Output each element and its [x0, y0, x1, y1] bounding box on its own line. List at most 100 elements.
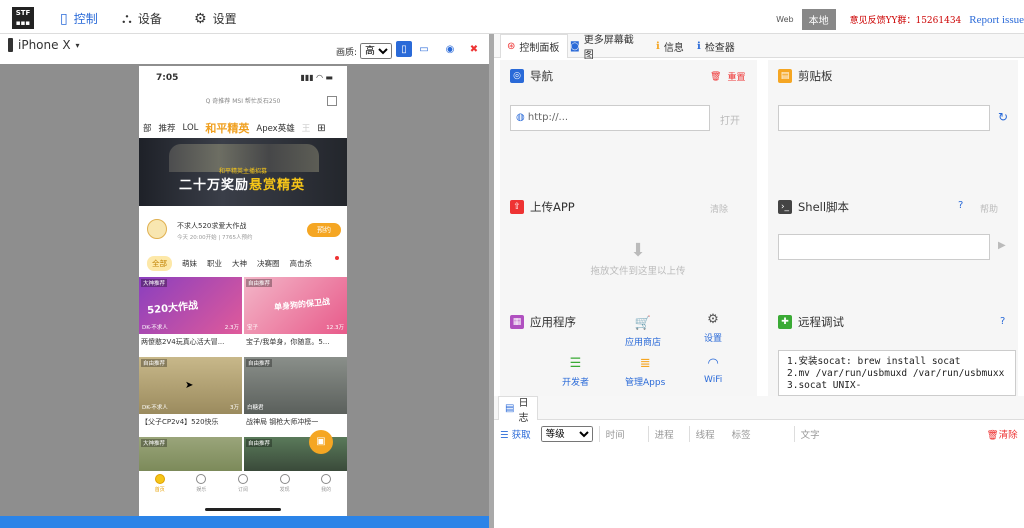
navigation-header: ◎ 导航 — [510, 68, 553, 84]
clear-log-button[interactable]: 🗑清除 — [987, 427, 1018, 441]
help-link[interactable]: 帮助 — [980, 202, 998, 215]
card-overlay-text: 单身狗的保卫战 — [273, 297, 331, 312]
reset-button[interactable]: 🗑 重置 — [710, 70, 745, 84]
tab-screenshots[interactable]: ◙ 更多屏幕截图 — [564, 34, 648, 61]
refresh-icon[interactable]: ↻ — [998, 110, 1008, 124]
url-placeholder: http://... — [527, 112, 569, 123]
wifi-button[interactable]: ◠ WiFi — [704, 356, 722, 385]
close-icon: ✖ — [469, 43, 479, 55]
bottom-nav-home[interactable]: 首页 — [154, 474, 165, 498]
col-tag[interactable]: 标签 — [732, 427, 788, 441]
col-process[interactable]: 进程 — [655, 427, 683, 441]
mouse-cursor-icon: ➤ — [185, 380, 194, 391]
stf-logo[interactable]: STF ▪▪▪ — [12, 7, 34, 29]
nav-devices[interactable]: ⛬ 设备 — [122, 10, 162, 27]
trash-icon: 🗑 — [986, 430, 999, 441]
phone-tab[interactable]: Apex英雄 — [256, 122, 294, 134]
upload-dropzone[interactable]: ⬇ 拖放文件到这里以上传 — [578, 240, 698, 277]
landscape-button[interactable]: ▭ — [416, 41, 432, 57]
report-issue-link[interactable]: Report issue — [969, 14, 1024, 26]
clipboard-header: ▤ 剪贴板 — [778, 68, 833, 84]
bug-icon: ✚ — [778, 315, 792, 329]
clear-upload-button[interactable]: 清除 — [710, 202, 728, 215]
tab-label: 信息 — [663, 42, 684, 54]
phone-tab[interactable]: 王 — [302, 122, 311, 134]
url-input[interactable]: ◍ http://... — [510, 105, 710, 131]
col-text[interactable]: 文字 — [801, 427, 987, 441]
banner-title-a: 二十万奖励 — [179, 178, 250, 193]
stream-card[interactable]: 自由推荐 单身狗的保卫战 宝子 12.3万 宝子/我单身，你随意。5... — [244, 277, 347, 352]
phone-tab[interactable]: LOL — [183, 123, 199, 133]
stream-card[interactable]: 大神推荐 520大作战 DK-不求人 2.3万 两傻憨2V4玩真心活大冒... — [139, 277, 242, 352]
event-title: 不求人520求爱大作战 — [177, 222, 247, 230]
subtab[interactable]: 职业 — [207, 258, 222, 269]
app-store-button[interactable]: 🛒 应用商店 — [625, 316, 661, 348]
remote-debug-instructions[interactable]: 1.安装socat: brew install socat 2.mv /var/… — [778, 350, 1016, 396]
stream-card[interactable]: 大神推荐 — [139, 437, 242, 471]
bottom-nav-discover[interactable]: 发现 — [279, 474, 290, 498]
phone-tab[interactable]: 推荐 — [159, 122, 176, 134]
col-time[interactable]: 时间 — [606, 427, 642, 441]
nav-control[interactable]: ▯ 控制 — [60, 10, 98, 27]
game-controller-button[interactable]: ▣ — [309, 430, 333, 454]
home-indicator — [205, 508, 281, 511]
stream-thumbnail: 自由推荐 白糖君 — [244, 357, 347, 414]
grid-icon[interactable]: ⊞ — [317, 123, 325, 134]
phone-search-bar[interactable]: Q 奇推荐 MSI 帮忙反石250 — [139, 92, 347, 112]
run-icon[interactable]: ▶ — [998, 240, 1006, 251]
phone-tab[interactable]: 部 — [143, 122, 152, 134]
open-button[interactable]: 打开 — [720, 112, 740, 127]
scan-icon[interactable] — [327, 96, 337, 106]
eye-button[interactable]: ◉ — [442, 41, 458, 57]
settings-app-button[interactable]: ⚙ 设置 — [704, 312, 722, 344]
card-tag: 自由推荐 — [246, 359, 273, 367]
clipboard-input[interactable] — [778, 105, 990, 131]
question-icon[interactable]: ? — [958, 200, 963, 211]
reserve-button[interactable]: 预约 — [307, 223, 341, 237]
manage-apps-button[interactable]: ≣ 管理Apps — [625, 356, 665, 388]
top-navbar: STF ▪▪▪ ▯ 控制 ⛬ 设备 ⚙ 设置 Web 本地 意见反馈YY群：152… — [0, 0, 1024, 34]
phone-screen[interactable]: 7:05 ▮▮▮ ◠ ▬ Q 奇推荐 MSI 帮忙反石250 部 推荐 LOL … — [139, 66, 347, 516]
close-button[interactable]: ✖ — [466, 41, 482, 57]
stream-card[interactable]: 自由推荐 白糖君 战神局 钢枪大师冲榜一 — [244, 357, 347, 432]
tab-log[interactable]: ▤ 日志 — [498, 396, 538, 424]
subtab[interactable]: 决赛圈 — [257, 258, 280, 269]
quality-select[interactable]: 高 — [360, 43, 393, 59]
shell-input[interactable] — [778, 234, 990, 260]
col-thread[interactable]: 线程 — [696, 427, 732, 441]
bottom-nav-subscribe[interactable]: 订阅 — [237, 474, 248, 498]
banner-title-b: 悬赏精英 — [249, 178, 306, 193]
portrait-button[interactable]: ▯ — [396, 41, 412, 57]
control-tabs: ⊛ 控制面板 ◙ 更多屏幕截图 ℹ 信息 ℹ 检查器 — [494, 34, 1024, 61]
bottom-nav-me[interactable]: 我的 — [321, 474, 331, 498]
bottom-nav-label: 订阅 — [237, 487, 248, 493]
log-level-select[interactable]: 等级 — [540, 426, 593, 442]
device-selector[interactable]: iPhone X ▾ — [8, 38, 80, 52]
tab-inspector[interactable]: ℹ 检查器 — [691, 34, 743, 58]
event-notice[interactable]: 不求人520求爱大作战 今天 20:00开始 | 7765人预约 预约 — [139, 216, 347, 246]
fetch-button[interactable]: ☰ 获取 — [500, 427, 531, 441]
bottom-nav-fun[interactable]: 娱乐 — [196, 474, 206, 498]
tab-dashboard[interactable]: ⊛ 控制面板 — [500, 34, 568, 58]
question-icon[interactable]: ? — [1000, 316, 1005, 327]
navigation-title: 导航 — [530, 69, 553, 83]
upload-header: ⇧ 上传APP — [510, 199, 575, 215]
tab-info[interactable]: ℹ 信息 — [650, 34, 690, 58]
top-right-area: Web 本地 意见反馈YY群：15261434 Report issue — [776, 9, 1024, 30]
web-toggle[interactable]: Web — [776, 15, 793, 24]
device-bottom-strip — [0, 516, 489, 528]
local-toggle[interactable]: 本地 — [801, 9, 836, 30]
gear-icon: ⚙ — [707, 312, 719, 327]
subtab[interactable]: 萌妹 — [182, 258, 197, 269]
tab-label: 检查器 — [704, 42, 735, 54]
promo-banner[interactable]: 和平精英主播招募 二十万奖励悬赏精英 — [139, 138, 347, 206]
status-time: 7:05 — [156, 73, 179, 83]
feedback-link[interactable]: 意见反馈YY群：15261434 — [850, 13, 962, 26]
nav-settings[interactable]: ⚙ 设置 — [194, 10, 237, 27]
stream-card[interactable]: 自由推荐 DK-不求人 3万 【父子CP2v4】520快乐 — [139, 357, 242, 432]
subtab[interactable]: 高击杀 — [290, 258, 313, 269]
subtab-active[interactable]: 全部 — [147, 256, 172, 271]
developer-button[interactable]: ☰ 开发者 — [562, 356, 589, 388]
subtab[interactable]: 大神 — [232, 258, 247, 269]
phone-tab-active[interactable]: 和平精英 — [205, 120, 249, 136]
